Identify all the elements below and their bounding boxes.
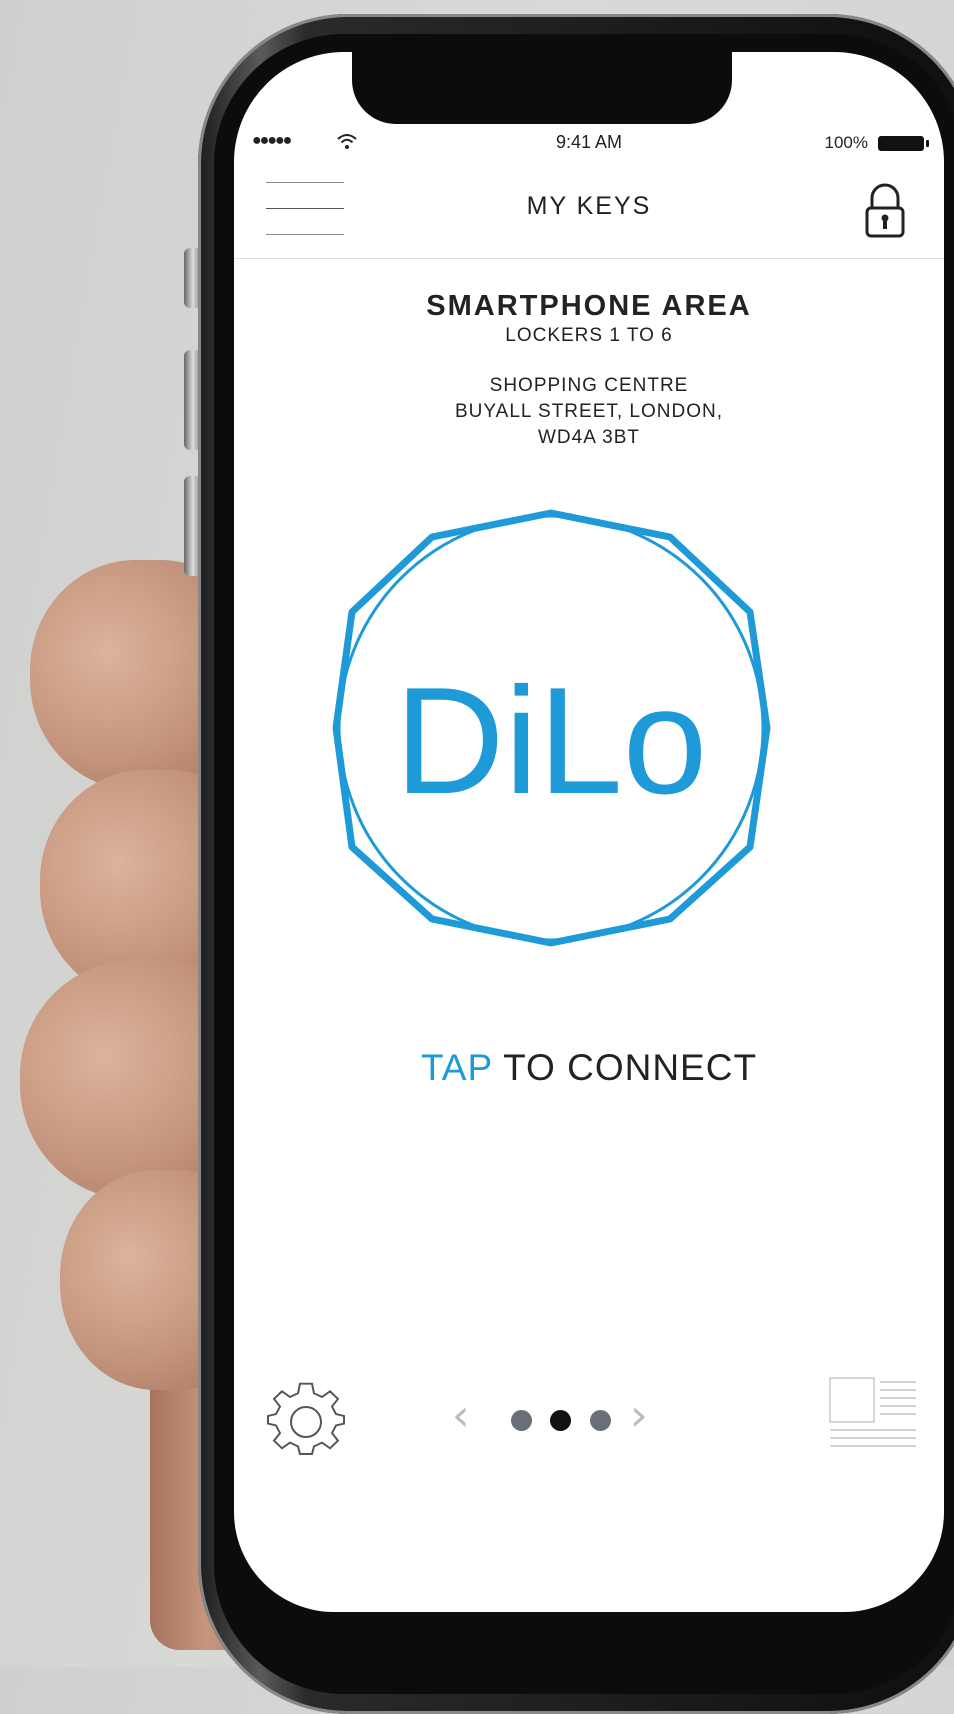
- lockers-range: LOCKERS 1 TO 6: [505, 325, 673, 346]
- location-info: SMARTPHONE AREA LOCKERS 1 TO 6 SHOPPING …: [234, 290, 944, 451]
- dilo-logo-button[interactable]: DiLo: [330, 507, 772, 949]
- gear-icon[interactable]: [266, 1382, 346, 1462]
- address-line: SHOPPING CENTRE: [489, 375, 689, 396]
- chevron-left-icon[interactable]: ‹: [452, 1390, 470, 1441]
- area-name: SMARTPHONE AREA: [426, 290, 752, 322]
- tap-word: TAP: [420, 1047, 493, 1088]
- tap-to-connect-button[interactable]: TAP TO CONNECT: [234, 1047, 944, 1089]
- bottom-bar: ‹ ›: [234, 1377, 944, 1472]
- address-line: WD4A 3BT: [538, 427, 640, 448]
- padlock-icon[interactable]: [862, 182, 908, 240]
- page-dot[interactable]: [589, 1410, 611, 1431]
- chevron-right-icon[interactable]: ›: [630, 1390, 648, 1441]
- page-dot-active[interactable]: [550, 1410, 572, 1431]
- status-bar: ●●●●● 9:41 AM 100%: [234, 130, 944, 158]
- page-indicator[interactable]: [504, 1410, 618, 1436]
- address: SHOPPING CENTRE BUYALL STREET, LONDON, W…: [234, 373, 944, 451]
- battery-icon: [878, 136, 929, 151]
- logo-text: DiLo: [395, 656, 708, 826]
- app-screen: ●●●●● 9:41 AM 100% MY KEYS SMARTPHONE AR…: [234, 52, 944, 1612]
- battery-percent: 100%: [824, 133, 868, 152]
- document-icon[interactable]: [828, 1376, 918, 1456]
- page-title: MY KEYS: [526, 192, 652, 220]
- top-nav-bar: MY KEYS: [234, 182, 944, 259]
- address-line: BUYALL STREET, LONDON,: [454, 401, 723, 422]
- connect-text: TO CONNECT: [492, 1047, 758, 1088]
- notch: [352, 52, 732, 124]
- page-dot[interactable]: [511, 1410, 532, 1431]
